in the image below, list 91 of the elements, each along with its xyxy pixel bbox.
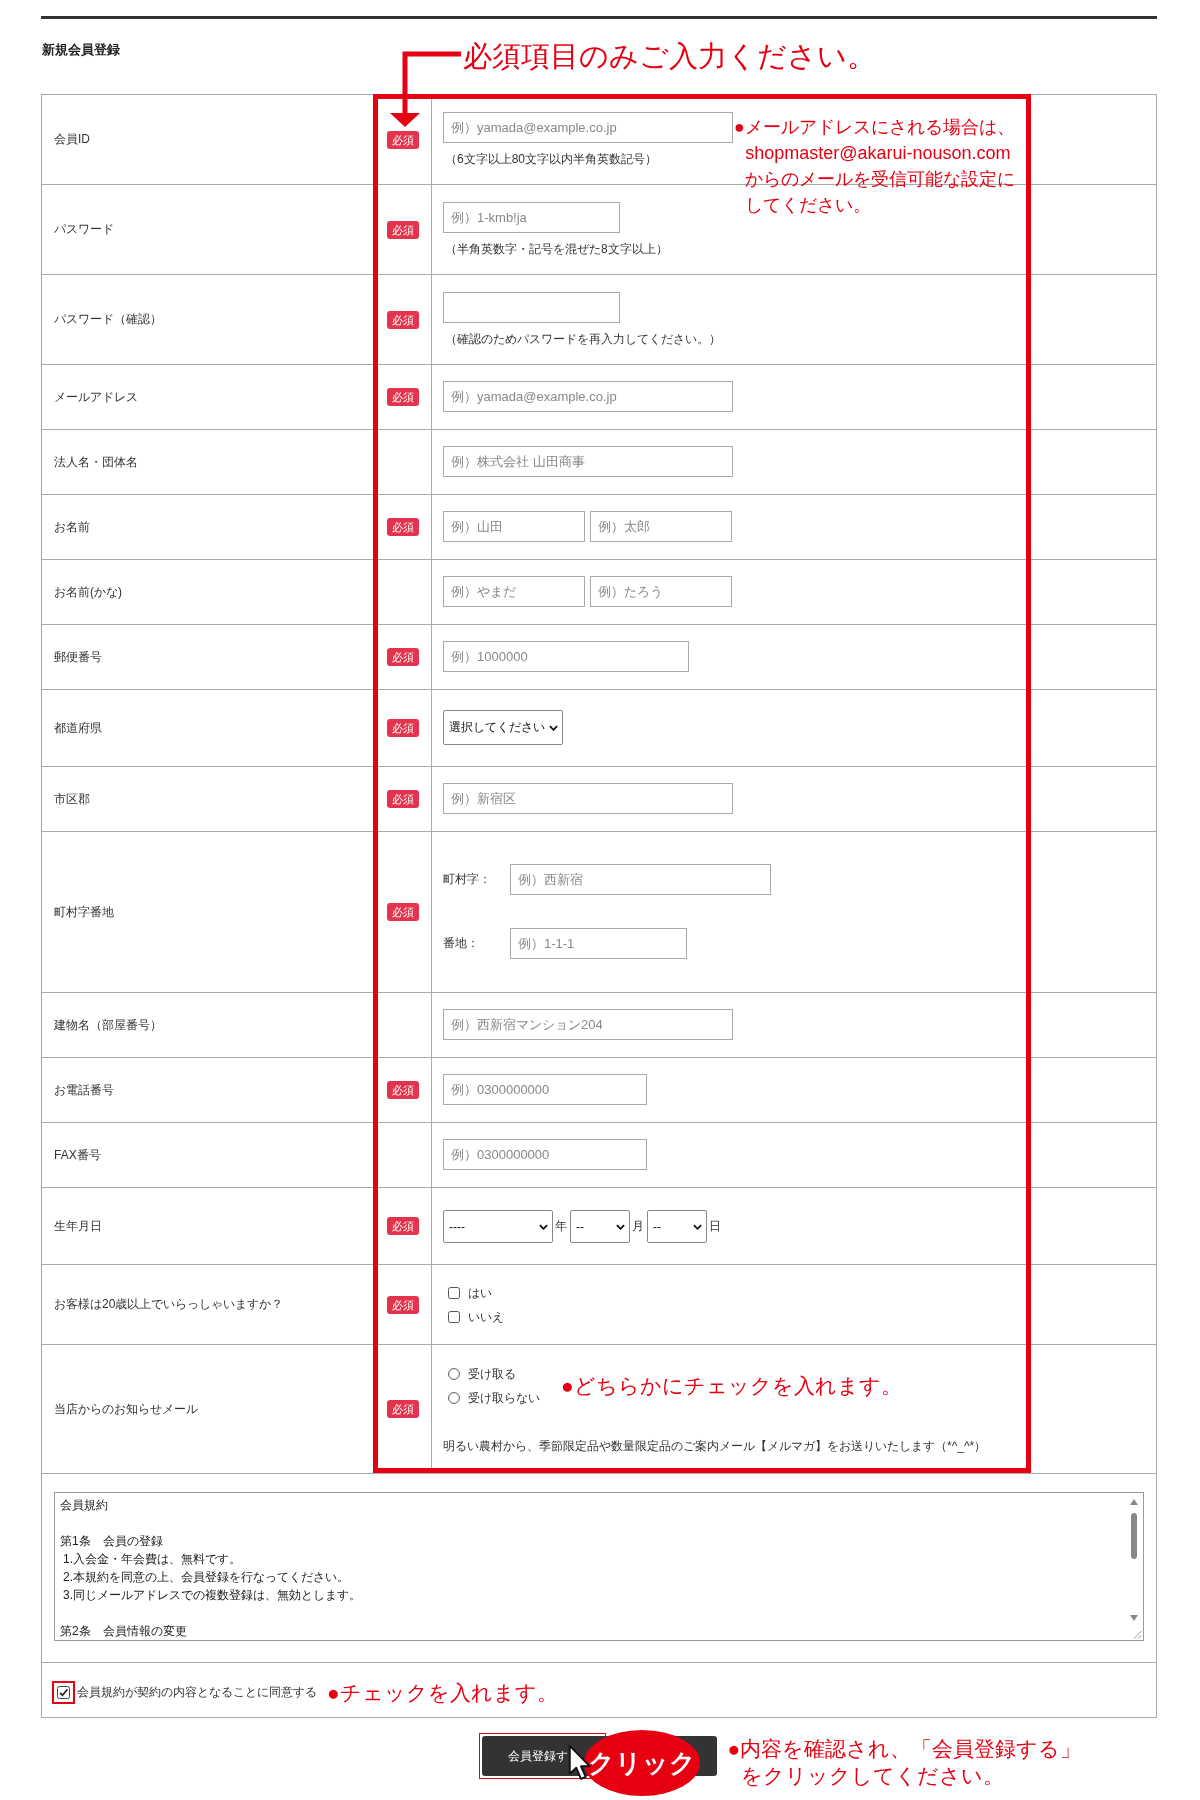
click-callout: クリック — [583, 1730, 700, 1796]
input-hint: （6文字以上80文字以内半角英数記号） — [445, 152, 658, 166]
text-field[interactable]: 例）西新宿 — [510, 864, 771, 895]
field-label: 都道府県 — [54, 719, 102, 737]
text-field[interactable]: 例）西新宿マンション204 — [443, 1009, 733, 1040]
text-field[interactable]: 例）山田 — [443, 511, 585, 542]
input-hint: （確認のためパスワードを再入力してください。） — [445, 332, 721, 346]
field-label: 町村字番地 — [54, 903, 114, 921]
annotation-note: 必須項目のみご入力ください。 — [463, 39, 876, 74]
required-badge: 必須 — [386, 1295, 419, 1314]
chevron-down-icon — [693, 1223, 702, 1230]
radio-button[interactable] — [448, 1368, 460, 1380]
required-badge: 必須 — [386, 1217, 419, 1235]
text-field[interactable]: 例）1000000 — [443, 641, 689, 672]
field-label: お電話番号 — [54, 1081, 114, 1099]
annotation-note: ●チェックを入れます。 — [327, 1679, 558, 1706]
terms-textarea[interactable]: 会員規約 第1条 会員の登録 1.入会金・年会費は、無料です。 2.本規約を同意の上、会員登録を行なってください。 3.同じメールアドレスでの複数登録は、無効とします。 第2条 会員情報の変更 — [54, 1492, 1144, 1641]
field-label: 法人名・団体名 — [54, 453, 138, 471]
field-label: 当店からのお知らせメール — [54, 1400, 198, 1418]
field-label: 建物名（部屋番号） — [54, 1016, 162, 1034]
terms-title: 会員規約 — [60, 1497, 109, 1514]
dropdown-select[interactable]: 選択してください — [443, 710, 563, 745]
checkbox[interactable] — [448, 1311, 460, 1323]
field-label: パスワード（確認） — [54, 311, 162, 328]
address-part-label: 町村字： — [443, 871, 492, 888]
date-unit-label: 年 — [555, 1218, 567, 1235]
required-badge: 必須 — [386, 903, 419, 921]
dropdown-select[interactable]: -- — [647, 1210, 707, 1243]
chevron-down-icon — [539, 1223, 548, 1230]
field-label: メールアドレス — [54, 388, 138, 406]
radio-button[interactable] — [448, 1392, 460, 1404]
radio-label: 受け取る — [468, 1365, 516, 1383]
text-field[interactable]: 例）0300000000 — [443, 1139, 647, 1170]
text-field[interactable]: 例）太郎 — [590, 511, 732, 542]
date-unit-label: 日 — [709, 1218, 721, 1235]
annotation-note: ●メールアドレスにされる場合は、 shopmaster@akarui-nouson.com からのメールを受信可能な設定に してください。 — [734, 116, 1016, 217]
field-label: お名前 — [54, 518, 90, 536]
text-field[interactable]: 例）株式会社 山田商事 — [443, 446, 733, 477]
date-unit-label: 月 — [632, 1218, 644, 1235]
annotation-note: ●どちらかにチェックを入れます。 — [561, 1373, 902, 1399]
text-field[interactable] — [443, 292, 620, 323]
required-badge: 必須 — [386, 1081, 419, 1099]
text-field[interactable]: 例）たろう — [590, 576, 732, 607]
input-hint: （半角英数字・記号を混ぜた8文字以上） — [445, 242, 668, 256]
dropdown-select[interactable]: -- — [570, 1210, 630, 1243]
page-title: 新規会員登録 — [42, 41, 120, 59]
required-badge: 必須 — [386, 1400, 419, 1418]
chevron-down-icon — [549, 724, 558, 731]
text-field[interactable]: 例）0300000000 — [443, 1074, 647, 1105]
scroll-up-arrow-icon[interactable] — [1130, 1499, 1138, 1505]
field-label: 生年月日 — [54, 1217, 102, 1235]
required-badge: 必須 — [386, 220, 419, 239]
text-field[interactable]: 例）1-1-1 — [510, 928, 687, 959]
annotation-note: ●内容を確認され、「会員登録する」 をクリックしてください。 — [727, 1736, 1082, 1789]
terms-heading: 第2条 会員情報の変更 — [60, 1623, 188, 1640]
field-label: お名前(かな) — [54, 583, 122, 601]
terms-item: 3.同じメールアドレスでの複数登録は、無効とします。 — [62, 1587, 362, 1604]
field-label: お客様は20歳以上でいらっしゃいますか？ — [54, 1296, 284, 1313]
scrollbar-thumb[interactable] — [1131, 1513, 1137, 1559]
text-field[interactable]: 例）新宿区 — [443, 783, 733, 814]
dropdown-select[interactable]: ---- — [443, 1210, 553, 1243]
checkbox-label: いいえ — [468, 1308, 504, 1326]
scroll-down-arrow-icon[interactable] — [1130, 1615, 1138, 1621]
checkbox-label: はい — [468, 1284, 492, 1302]
field-label: FAX番号 — [54, 1146, 101, 1164]
field-label: 郵便番号 — [54, 648, 102, 666]
required-badge: 必須 — [386, 130, 419, 149]
address-part-label: 番地： — [443, 935, 480, 952]
field-label: 市区郡 — [54, 790, 90, 808]
required-badge: 必須 — [386, 310, 419, 329]
newsletter-note: 明るい農村から、季節限定品や数量限定品のご案内メール【メルマガ】をお送りいたします（*^_^*） — [443, 1439, 987, 1453]
text-field[interactable]: 例）yamada@example.co.jp — [443, 381, 733, 412]
terms-item: 2.本規約を同意の上、会員登録を行なってください。 — [62, 1569, 350, 1586]
required-badge: 必須 — [386, 719, 419, 737]
required-badge: 必須 — [386, 518, 419, 536]
text-field[interactable]: 例）やまだ — [443, 576, 585, 607]
text-field[interactable]: 例）1-kmb!ja — [443, 202, 620, 233]
radio-label: 受け取らない — [468, 1389, 540, 1407]
text-field[interactable]: 例）yamada@example.co.jp — [443, 112, 733, 143]
terms-item: 1.入会金・年会費は、無料です。 — [62, 1551, 242, 1568]
chevron-down-icon — [616, 1223, 625, 1230]
resize-grip-icon[interactable] — [1132, 1629, 1142, 1639]
terms-heading: 第1条 会員の登録 — [60, 1533, 164, 1550]
field-label: パスワード — [54, 221, 114, 238]
field-label: 会員ID — [54, 131, 90, 148]
checkbox[interactable] — [448, 1287, 460, 1299]
required-badge: 必須 — [386, 790, 419, 808]
required-badge: 必須 — [386, 388, 419, 406]
required-badge: 必須 — [386, 648, 419, 666]
checkbox-label: 会員規約が契約の内容となることに同意する — [77, 1684, 317, 1701]
checkbox[interactable] — [57, 1686, 70, 1699]
